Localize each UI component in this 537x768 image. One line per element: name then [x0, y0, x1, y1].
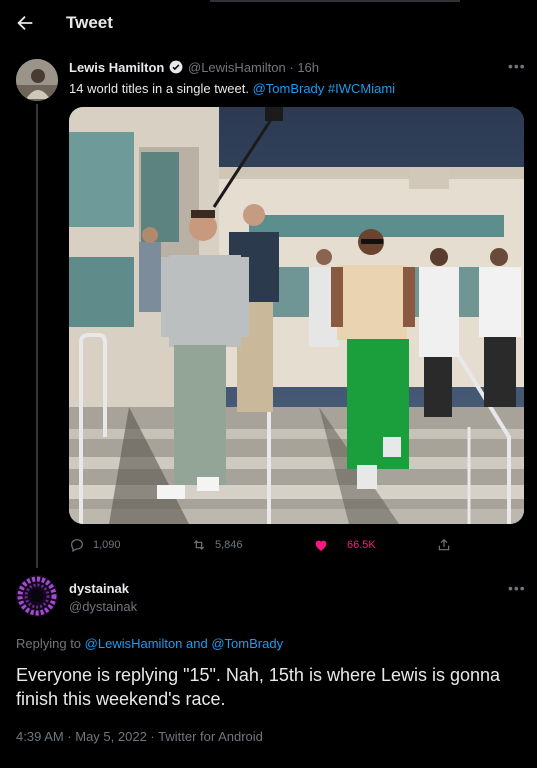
scroll-indicator: [210, 0, 460, 2]
replying-to-link[interactable]: @TomBrady: [211, 636, 283, 651]
dot-separator: ·: [289, 60, 294, 75]
reply-count: 1,090: [93, 539, 121, 551]
like-button[interactable]: 66.5K: [313, 536, 376, 554]
reply-author-name[interactable]: dystainak: [69, 581, 129, 596]
reply-author-avatar[interactable]: [16, 575, 58, 617]
hashtag-link[interactable]: #IWCMiami: [328, 81, 395, 96]
replying-to-line: Replying to @LewisHamilton and @TomBrady: [16, 636, 283, 651]
tweet-time[interactable]: 16h: [297, 60, 319, 75]
reply-icon: [71, 539, 83, 553]
reply-timestamp[interactable]: 4:39 AM · May 5, 2022 · Twitter for Andr…: [16, 729, 263, 744]
replying-prefix: Replying to: [16, 636, 82, 651]
retweet-count: 5,846: [215, 539, 243, 551]
more-options-icon[interactable]: •••: [508, 58, 526, 74]
reply-author-handle[interactable]: @dystainak: [69, 599, 137, 614]
tweet-text: 14 world titles in a single tweet. @TomB…: [69, 81, 395, 96]
replying-and: and: [186, 636, 208, 651]
photo-illustration: [69, 107, 524, 524]
verified-badge-icon: [169, 60, 183, 74]
reply-more-options-icon[interactable]: •••: [508, 580, 526, 596]
mention-link[interactable]: @TomBrady: [253, 81, 325, 96]
reply-button[interactable]: 1,090: [69, 536, 121, 554]
retweet-icon: [193, 540, 205, 550]
author-name[interactable]: Lewis Hamilton: [69, 60, 164, 75]
author-avatar[interactable]: [16, 59, 58, 101]
retweet-button[interactable]: 5,846: [191, 536, 243, 554]
heart-filled-icon: [315, 540, 327, 551]
header-bar: Tweet: [0, 0, 537, 48]
share-icon: [438, 538, 450, 551]
avatar-photo: [16, 575, 58, 617]
reply-text: Everyone is replying "15". Nah, 15th is …: [16, 665, 501, 709]
tweet-body: 14 world titles in a single tweet.: [69, 81, 249, 96]
avatar-photo: [16, 59, 58, 101]
author-handle[interactable]: @LewisHamilton: [188, 60, 286, 75]
author-handle-line: @LewisHamilton · 16h: [188, 60, 319, 75]
replying-to-link[interactable]: @LewisHamilton: [85, 636, 183, 651]
arrow-left-icon[interactable]: [14, 12, 36, 34]
share-button[interactable]: [436, 536, 460, 554]
like-count: 66.5K: [347, 539, 376, 551]
thread-line: [36, 104, 38, 568]
page-title: Tweet: [66, 13, 113, 32]
tweet-photo[interactable]: [69, 107, 524, 524]
